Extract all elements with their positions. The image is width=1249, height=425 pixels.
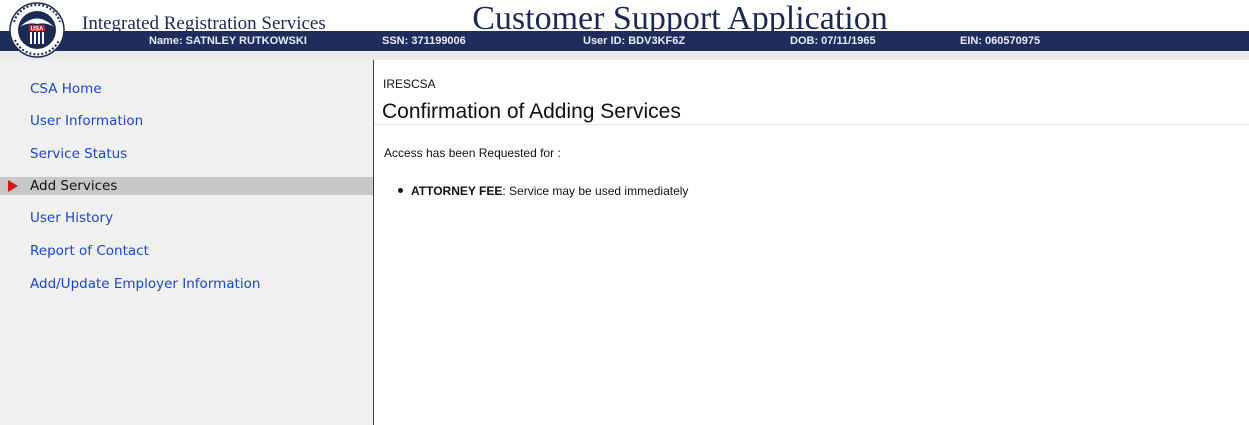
service-status: : Service may be used immediately (502, 184, 689, 198)
sidebar-item-user-history[interactable]: User History (0, 209, 373, 227)
sidebar: CSA Home User Information Service Status… (0, 60, 374, 425)
access-requested-text: Access has been Requested for : (384, 146, 561, 160)
sidebar-item-label: Report of Contact (30, 243, 149, 259)
main-content: IRESCSA Confirmation of Adding Services … (374, 60, 1249, 425)
service-list-item: ATTORNEY FEE: Service may be used immedi… (398, 184, 688, 198)
sidebar-item-add-update-employer[interactable]: Add/Update Employer Information (0, 275, 373, 293)
bullet-icon (398, 188, 403, 194)
header-divider (0, 51, 1249, 60)
svg-text:USA: USA (31, 27, 44, 33)
page-code: IRESCSA (383, 77, 436, 91)
page-title: Confirmation of Adding Services (382, 100, 681, 123)
current-page-arrow-icon (8, 180, 18, 192)
sidebar-item-label: User History (30, 210, 114, 226)
user-id: User ID: BDV3KF6Z (583, 35, 686, 47)
sidebar-item-service-status[interactable]: Service Status (0, 145, 373, 163)
user-info-bar: Name: SATNLEY RUTKOWSKI SSN: 371199006 U… (0, 31, 1249, 51)
sidebar-item-label: Service Status (30, 146, 128, 162)
sidebar-item-label: Add Services (30, 178, 118, 194)
sidebar-item-label: Add/Update Employer Information (30, 276, 261, 292)
sidebar-item-label: User Information (30, 113, 144, 129)
sidebar-item-csa-home[interactable]: CSA Home (0, 80, 373, 98)
sidebar-item-report-of-contact[interactable]: Report of Contact (0, 242, 373, 260)
user-ein: EIN: 060570975 (960, 35, 1041, 47)
sidebar-item-label: CSA Home (30, 81, 102, 97)
sidebar-item-user-information[interactable]: User Information (0, 112, 373, 130)
user-ssn: SSN: 371199006 (382, 35, 466, 47)
user-dob: DOB: 07/11/1965 (790, 35, 876, 47)
service-name: ATTORNEY FEE (411, 184, 503, 198)
title-divider (374, 124, 1249, 125)
user-name: Name: SATNLEY RUTKOWSKI (149, 35, 307, 47)
sidebar-item-add-services[interactable]: Add Services (0, 177, 373, 195)
ssa-seal-logo: USA (8, 2, 66, 58)
